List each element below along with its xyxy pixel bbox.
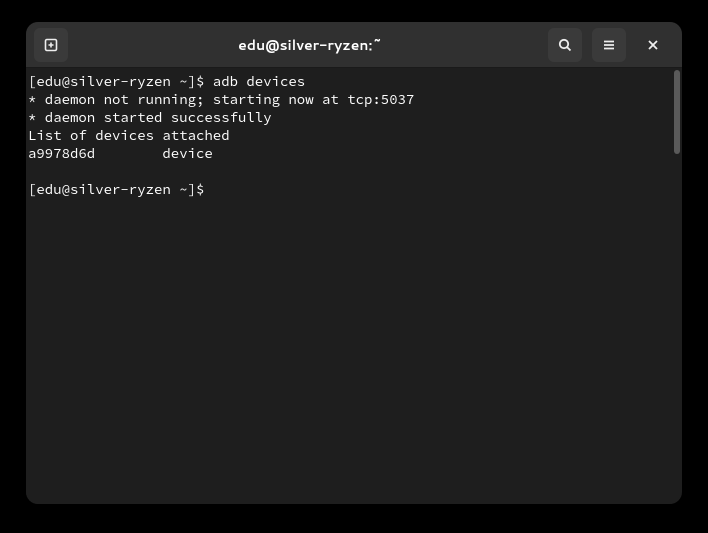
new-tab-icon (43, 37, 59, 53)
search-button[interactable] (548, 28, 582, 62)
scrollbar-thumb[interactable] (674, 70, 680, 154)
window-title: edu@silver-ryzen:~ (72, 35, 548, 55)
close-icon (646, 38, 660, 52)
terminal-output[interactable]: [edu@silver-ryzen ~]$ adb devices * daem… (26, 68, 672, 504)
hamburger-icon (601, 37, 617, 53)
menu-button[interactable] (592, 28, 626, 62)
terminal-area: [edu@silver-ryzen ~]$ adb devices * daem… (26, 68, 682, 504)
search-icon (557, 37, 573, 53)
titlebar: edu@silver-ryzen:~ (26, 22, 682, 68)
scrollbar[interactable] (672, 68, 682, 504)
new-tab-button[interactable] (34, 28, 68, 62)
terminal-window: edu@silver-ryzen:~ (26, 22, 682, 504)
titlebar-right-group (548, 28, 674, 62)
close-button[interactable] (636, 28, 670, 62)
